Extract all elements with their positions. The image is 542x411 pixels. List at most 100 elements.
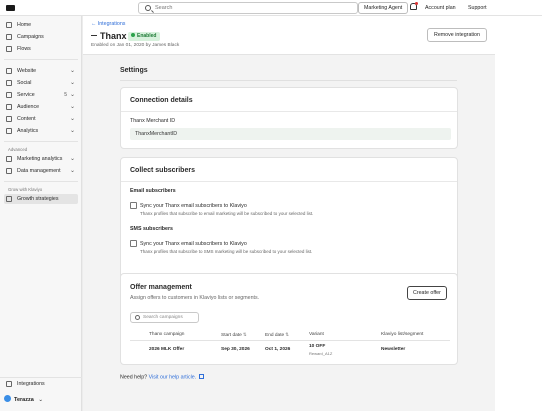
- audience-icon: [6, 104, 12, 110]
- sidebar-item-growth-strategies[interactable]: Growth strategies: [4, 194, 78, 204]
- sidebar-item-label: Social: [17, 80, 32, 86]
- settings-divider: [120, 80, 457, 81]
- chevron-down-icon: ⌄: [69, 68, 75, 74]
- chevron-down-icon: ⌄: [69, 128, 75, 134]
- org-switcher[interactable]: Terazza ⌄: [4, 395, 43, 403]
- back-to-integrations-link[interactable]: ← Integrations: [91, 21, 125, 27]
- help-prefix: Need help?: [120, 374, 148, 381]
- chevron-down-icon: ⌄: [69, 116, 75, 122]
- marketing-agent-button[interactable]: Marketing Agent: [358, 2, 409, 14]
- help-footer: Need help? Visit our help article.: [120, 374, 205, 381]
- sidebar-item-label: Audience: [17, 104, 40, 110]
- sidebar-divider: [4, 141, 78, 142]
- merchant-id-label: Thanx Merchant ID: [130, 118, 176, 124]
- sidebar-item-label: Analytics: [17, 128, 39, 134]
- column-header-end-date[interactable]: End date⇅: [265, 332, 289, 338]
- card-title: Connection details: [130, 97, 193, 104]
- remove-integration-button[interactable]: Remove integration: [427, 28, 487, 42]
- sidebar-divider: [0, 377, 82, 378]
- sidebar-section-grow: Grow with Klaviyo: [8, 187, 43, 192]
- sidebar-item-audience[interactable]: Audience ⌄: [4, 102, 78, 112]
- help-article-link[interactable]: Visit our help article.: [149, 375, 197, 381]
- cell-list: Newsletter: [381, 347, 406, 352]
- cell-variant-sub: Reward_A1Z: [309, 351, 333, 356]
- email-sync-label[interactable]: Sync your Thanx email subscribers to Kla…: [140, 203, 247, 209]
- status-badge: Enabled: [128, 32, 161, 41]
- column-header-label: Klaviyo list/segment: [381, 332, 424, 337]
- content-icon: [6, 116, 12, 122]
- sidebar-item-marketing-analytics[interactable]: Marketing analytics ⌄: [4, 154, 78, 164]
- chevron-down-icon: ⌄: [38, 397, 43, 403]
- sidebar-item-service[interactable]: Service 5 ⌄: [4, 90, 78, 100]
- chevron-down-icon: ⌄: [69, 168, 75, 174]
- analytics-icon: [6, 128, 12, 134]
- sidebar-divider: [4, 181, 78, 182]
- account-plan-link[interactable]: Account plan: [425, 5, 456, 11]
- sidebar-item-label: Content: [17, 116, 36, 122]
- column-header-label: Variant: [309, 332, 324, 337]
- flows-icon: [6, 46, 12, 52]
- thanx-logo-icon: [91, 34, 97, 36]
- sidebar-section-advanced: Advanced: [8, 147, 28, 152]
- sidebar-item-count: 5: [64, 92, 67, 98]
- merchant-id-field[interactable]: ThanxMerchantID: [130, 128, 451, 140]
- external-link-icon: [199, 374, 205, 379]
- sidebar-item-label: Integrations: [17, 381, 45, 387]
- home-icon: [6, 22, 12, 28]
- sidebar: Home Campaigns Flows Website ⌄ Social ⌄ …: [0, 16, 82, 411]
- sidebar-item-label: Flows: [17, 46, 31, 52]
- search-campaigns-placeholder: Search campaigns: [143, 315, 183, 320]
- page-subtitle: Enabled on Jan 01, 2020 by James Black: [91, 43, 180, 48]
- social-icon: [6, 80, 12, 86]
- column-header-start-date[interactable]: Start date⇅: [221, 332, 247, 338]
- service-icon: [6, 92, 12, 98]
- column-header-label: End date: [265, 333, 285, 338]
- sidebar-item-integrations[interactable]: Integrations: [4, 379, 78, 389]
- check-icon: [131, 33, 135, 37]
- status-badge-label: Enabled: [137, 33, 157, 39]
- global-search-input[interactable]: Search: [138, 2, 358, 14]
- sidebar-item-label: Campaigns: [17, 34, 44, 40]
- sidebar-item-label: Service: [17, 92, 35, 98]
- cell-campaign: 2026 MLK Offer: [149, 347, 185, 352]
- settings-heading: Settings: [120, 67, 148, 74]
- cell-start-date: Sep 30, 2026: [221, 347, 250, 352]
- create-offer-button[interactable]: Create offer: [407, 286, 447, 300]
- org-name: Terazza: [14, 397, 34, 403]
- column-header-campaign[interactable]: Thanx campaign: [149, 332, 184, 337]
- sidebar-item-campaigns[interactable]: Campaigns: [4, 32, 78, 42]
- sidebar-item-data-management[interactable]: Data management ⌄: [4, 166, 78, 176]
- support-link[interactable]: Support: [468, 5, 487, 11]
- card-title: Offer management: [130, 284, 192, 291]
- table-divider: [130, 340, 450, 341]
- collect-subscribers-card: Collect subscribers Email subscribers Sy…: [120, 157, 458, 281]
- email-subscribers-heading: Email subscribers: [130, 188, 176, 194]
- chevron-down-icon: ⌄: [69, 92, 75, 98]
- website-icon: [6, 68, 12, 74]
- sidebar-item-analytics[interactable]: Analytics ⌄: [4, 126, 78, 136]
- sidebar-item-home[interactable]: Home: [4, 20, 78, 30]
- column-header-label: Start date: [221, 333, 242, 338]
- email-sync-checkbox[interactable]: [130, 202, 137, 209]
- search-campaigns-input[interactable]: Search campaigns: [130, 312, 199, 323]
- notification-dot: [415, 2, 418, 5]
- sidebar-item-content[interactable]: Content ⌄: [4, 114, 78, 124]
- connection-details-card: Connection details Thanx Merchant ID Tha…: [120, 87, 458, 149]
- sidebar-item-website[interactable]: Website ⌄: [4, 66, 78, 76]
- sms-sync-checkbox[interactable]: [130, 240, 137, 247]
- sms-sync-help: Thanx profiles that subscribe to SMS mar…: [140, 249, 313, 254]
- sort-icon: ⇅: [285, 332, 289, 337]
- sidebar-item-social[interactable]: Social ⌄: [4, 78, 78, 88]
- sidebar-item-flows[interactable]: Flows: [4, 44, 78, 54]
- sidebar-item-label: Marketing analytics: [17, 156, 63, 162]
- sidebar-item-label: Website: [17, 68, 37, 74]
- column-header-list[interactable]: Klaviyo list/segment: [381, 332, 423, 337]
- search-icon: [135, 315, 140, 320]
- sidebar-item-label: Home: [17, 22, 32, 28]
- sidebar-item-label: Growth strategies: [17, 196, 59, 202]
- column-header-variant[interactable]: Variant: [309, 332, 324, 337]
- sms-sync-label[interactable]: Sync your Thanx email subscribers to Kla…: [140, 241, 247, 247]
- sms-subscribers-heading: SMS subscribers: [130, 226, 173, 232]
- sidebar-item-label: Data management: [17, 168, 61, 174]
- klaviyo-logo-icon[interactable]: [6, 5, 15, 11]
